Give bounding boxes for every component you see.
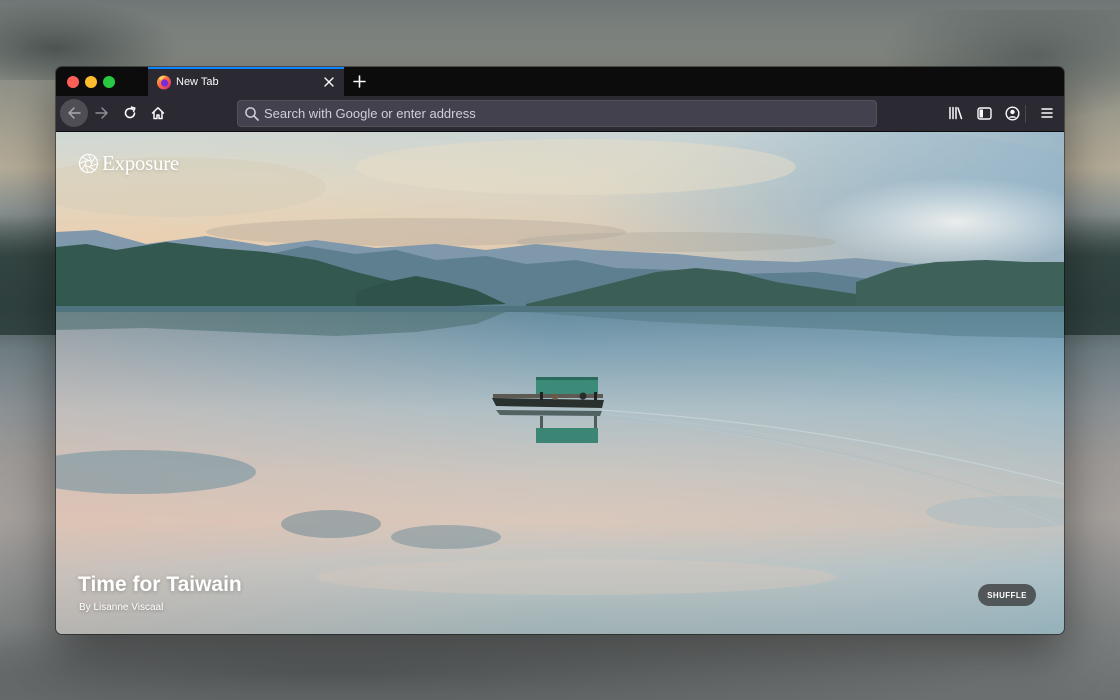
back-button[interactable] (60, 99, 88, 127)
arrow-left-icon (68, 107, 81, 119)
aperture-icon (78, 153, 99, 174)
address-bar[interactable] (237, 100, 877, 127)
search-icon (245, 107, 259, 121)
sidebar-button[interactable] (970, 99, 998, 127)
window-minimize-button[interactable] (85, 76, 97, 88)
reload-icon (124, 106, 136, 119)
brand-name: Exposure (102, 151, 179, 175)
sidebar-icon (976, 106, 992, 120)
address-input[interactable] (264, 101, 864, 126)
hamburger-menu-icon (1041, 108, 1053, 118)
window-close-button[interactable] (67, 76, 79, 88)
library-icon (949, 106, 963, 120)
photo-title[interactable]: Time for Taiwain (78, 573, 242, 597)
plus-icon[interactable] (350, 72, 368, 90)
tab-title: New Tab (176, 76, 219, 88)
firefox-icon (157, 75, 171, 90)
new-tab-page: Exposure Time for Taiwain By Lisanne Vis… (56, 132, 1064, 634)
menu-button[interactable] (1033, 99, 1061, 127)
tab-new-tab[interactable]: New Tab (148, 67, 344, 96)
toolbar-separator (1025, 105, 1026, 123)
arrow-right-icon (95, 107, 108, 119)
library-button[interactable] (942, 99, 970, 127)
close-icon[interactable] (321, 74, 337, 90)
background-photo (56, 132, 1064, 634)
home-icon (151, 107, 165, 120)
home-button[interactable] (144, 99, 172, 127)
tab-strip: New Tab (56, 67, 1064, 96)
browser-window: New Tab Search with Google or enter addr… (56, 67, 1064, 634)
forward-button[interactable] (88, 99, 116, 127)
account-button[interactable] (998, 99, 1026, 127)
exposure-brand[interactable]: Exposure (78, 151, 179, 176)
photo-author[interactable]: By Lisanne Viscaal (79, 602, 163, 613)
window-zoom-button[interactable] (103, 76, 115, 88)
account-icon (1004, 105, 1020, 121)
reload-button[interactable] (116, 99, 144, 127)
shuffle-button[interactable]: SHUFFLE (978, 584, 1036, 606)
navigation-toolbar (56, 96, 1064, 132)
